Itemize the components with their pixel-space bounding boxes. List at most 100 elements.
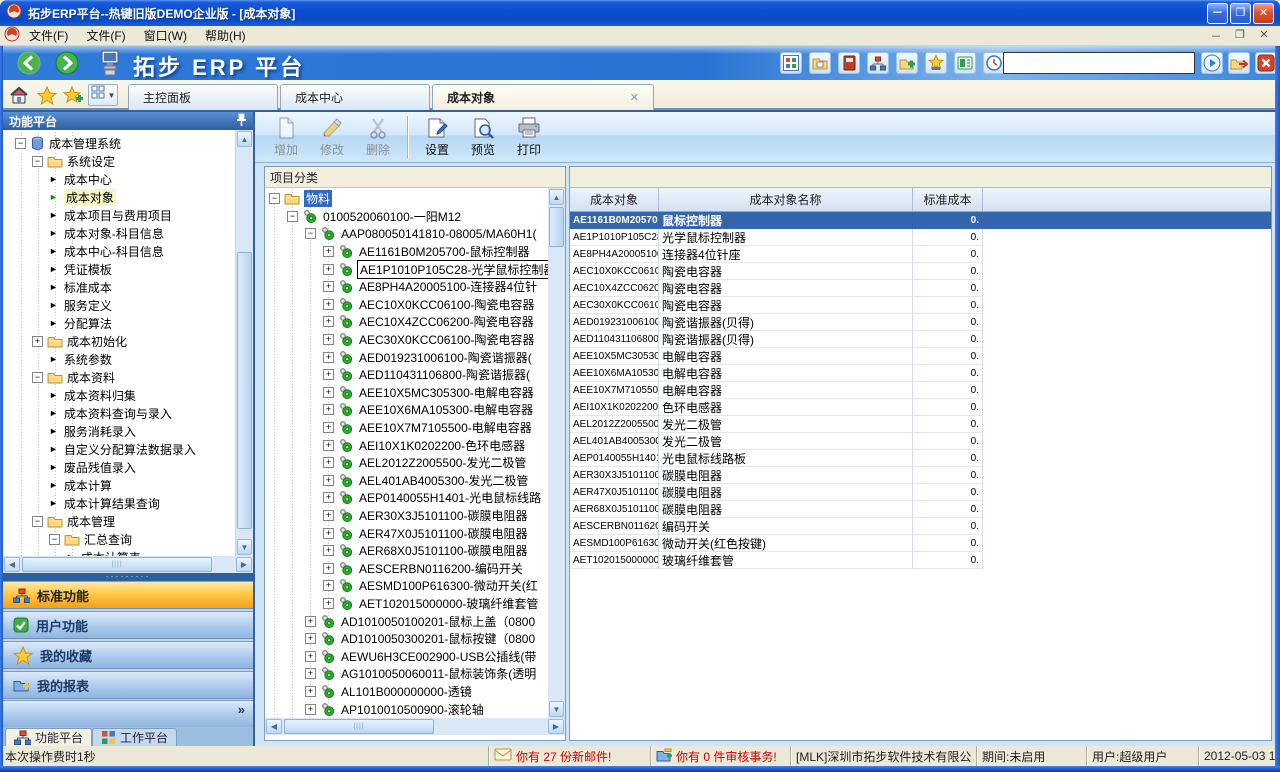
category-tree-item[interactable]: +AEI10X1K0202200-色环电感器 — [265, 436, 548, 454]
table-row[interactable]: AEE10X7M7105500电解电容器0. — [570, 382, 1271, 399]
column-header-标准成本[interactable]: 标准成本 — [913, 188, 983, 211]
pin-icon[interactable] — [235, 113, 247, 130]
category-tree-item[interactable]: −0100520060100-一阳M12 — [265, 208, 548, 226]
category-tree-item[interactable]: +AER47X0J5101100-碳膜电阻器 — [265, 524, 548, 542]
sidebar-tree-item[interactable]: ►成本对象 — [3, 188, 235, 206]
category-tree-item[interactable]: +AD1010050300201-鼠标按键（0800 — [265, 630, 548, 648]
forward-icon[interactable] — [55, 51, 79, 75]
sidebar-section-我的报表[interactable]: 我的报表 — [3, 671, 253, 699]
category-tree-item[interactable]: +AEP0140055H1401-光电鼠标线路 — [265, 489, 548, 507]
tree-expander-icon[interactable]: + — [323, 299, 334, 310]
toolbar-button-设置[interactable]: 设置 — [414, 114, 460, 160]
category-tree-item[interactable]: +AE1P1010P105C28-光学鼠标控制器 — [265, 260, 548, 278]
sidebar-tree-item[interactable]: ►分配算法 — [3, 314, 235, 332]
category-tree-item[interactable]: +AE1161B0M205700-鼠标控制器 — [265, 243, 548, 261]
table-row[interactable]: AEE10X5MC305300电解电容器0. — [570, 348, 1271, 365]
tab-主控面板[interactable]: 主控面板 — [128, 84, 278, 110]
tree-expander-icon[interactable]: + — [323, 352, 334, 363]
clock-icon[interactable] — [983, 52, 1005, 74]
table-row[interactable]: AESMD100P616300微动开关(红色按键)0. — [570, 535, 1271, 552]
sidebar-section-标准功能[interactable]: 标准功能 — [3, 581, 253, 609]
sidebar-tree-item[interactable]: ►成本中心-科目信息 — [3, 242, 235, 260]
column-header-成本对象[interactable]: 成本对象 — [570, 188, 659, 211]
sidebar-tree-item[interactable]: ►服务消耗录入 — [3, 422, 235, 440]
sidebar-tree-item[interactable]: ►标准成本 — [3, 278, 235, 296]
tree-expander-icon[interactable]: + — [323, 475, 334, 486]
favorite-add-icon[interactable] — [62, 84, 84, 106]
tree-expander-icon[interactable]: + — [323, 404, 334, 415]
close-red-icon[interactable] — [1255, 52, 1277, 74]
scroll-up-icon[interactable]: ▲ — [549, 189, 564, 205]
category-tree-item[interactable]: +AEE10X7M7105500-电解电容器 — [265, 419, 548, 437]
tree-expander-icon[interactable]: − — [32, 372, 43, 383]
back-icon[interactable] — [17, 51, 41, 75]
category-tree-item[interactable]: +AG1010050060011-鼠标装饰条(透明 — [265, 665, 548, 683]
table-row[interactable]: AEC10X4ZCC06200陶瓷电容器0. — [570, 280, 1271, 297]
tree-expander-icon[interactable]: − — [32, 516, 43, 527]
category-tree-item[interactable]: +AEC10X4ZCC06200-陶瓷电容器 — [265, 313, 548, 331]
table-row[interactable]: AET102015000000玻璃纤维套管0. — [570, 552, 1271, 569]
table-row[interactable]: AED019231006100陶瓷谐振器(贝得)0. — [570, 314, 1271, 331]
mdi-minimize-button[interactable]: － — [1208, 28, 1224, 44]
sidebar-tree-item[interactable]: ►系统参数 — [3, 350, 235, 368]
folder-home-icon[interactable] — [809, 52, 831, 74]
scroll-right-icon[interactable]: ▶ — [548, 719, 564, 734]
table-row[interactable]: AEL2012Z2005500发光二极管0. — [570, 416, 1271, 433]
scroll-thumb[interactable]: |||| — [284, 719, 434, 734]
tab-成本中心[interactable]: 成本中心 — [280, 84, 430, 110]
tree-expander-icon[interactable]: − — [269, 193, 280, 204]
tree-expander-icon[interactable]: + — [323, 387, 334, 398]
scroll-down-icon[interactable]: ▼ — [549, 701, 564, 717]
favorite-star-icon[interactable] — [36, 84, 58, 106]
sidebar-tree-item[interactable]: +成本初始化 — [3, 332, 235, 350]
exit-home-icon[interactable] — [1228, 52, 1250, 74]
restore-button[interactable]: ❐ — [1230, 3, 1251, 24]
tree-expander-icon[interactable]: + — [323, 457, 334, 468]
modules-icon[interactable] — [780, 52, 802, 74]
menu-item[interactable]: 文件(F) — [20, 27, 77, 45]
sidebar-section-我的收藏[interactable]: 我的收藏 — [3, 641, 253, 669]
run-icon[interactable] — [1201, 52, 1223, 74]
category-tree-item[interactable]: +AED110431106800-陶瓷谐振器( — [265, 366, 548, 384]
tree-expander-icon[interactable]: + — [323, 334, 334, 345]
star-shield-icon[interactable] — [925, 52, 947, 74]
scroll-right-icon[interactable]: ▶ — [236, 557, 252, 572]
chevron-more[interactable]: » — [238, 704, 245, 715]
tree-expander-icon[interactable]: − — [15, 138, 26, 149]
tree-expander-icon[interactable]: + — [32, 336, 43, 347]
tree-expander-icon[interactable]: + — [305, 668, 316, 679]
category-tree-item[interactable]: +AED019231006100-陶瓷谐振器( — [265, 348, 548, 366]
table-row[interactable]: AEE10X6MA105300电解电容器0. — [570, 365, 1271, 382]
sidebar-tree-item[interactable]: ►成本对象-科目信息 — [3, 224, 235, 242]
table-row[interactable]: AEI10X1K0202200色环电感器0. — [570, 399, 1271, 416]
sidebar-section-用户功能[interactable]: 用户功能 — [3, 611, 253, 639]
tree-expander-icon[interactable]: − — [305, 228, 316, 239]
mdi-restore-button[interactable]: ❐ — [1232, 28, 1248, 44]
close-button[interactable]: ✕ — [1253, 3, 1274, 24]
tree-expander-icon[interactable]: − — [32, 156, 43, 167]
tab-close-icon[interactable]: ✕ — [630, 91, 639, 104]
tree-expander-icon[interactable]: + — [323, 510, 334, 521]
folder-add-icon[interactable] — [896, 52, 918, 74]
sidebar-tree-item[interactable]: ►废品残值录入 — [3, 458, 235, 476]
category-tree-item[interactable]: +AEL2012Z2005500-发光二极管 — [265, 454, 548, 472]
category-tree-item[interactable]: +AET102015000000-玻璃纤维套管 — [265, 595, 548, 613]
category-tree-item[interactable]: +AEWU6H3CE002900-USB公插线(带 — [265, 647, 548, 665]
tree-expander-icon[interactable]: + — [305, 633, 316, 644]
sidebar-tab-工作平台[interactable]: 工作平台 — [92, 728, 177, 746]
tree-expander-icon[interactable]: + — [323, 563, 334, 574]
tree-expander-icon[interactable]: + — [323, 281, 334, 292]
tab-成本对象[interactable]: 成本对象✕ — [432, 84, 654, 110]
sidebar-tree-item[interactable]: −成本资料 — [3, 368, 235, 386]
sidebar-splitter[interactable]: ········· — [3, 573, 253, 581]
table-row[interactable]: AESCERBN0116200编码开关0. — [570, 518, 1271, 535]
table-row[interactable]: AER30X3J5101100碳膜电阻器0. — [570, 467, 1271, 484]
category-tree-item[interactable]: +AER30X3J5101100-碳膜电阻器 — [265, 507, 548, 525]
menu-item[interactable]: 文件(F) — [77, 27, 134, 45]
table-row[interactable]: AED110431106800陶瓷谐振器(贝得)0. — [570, 331, 1271, 348]
category-tree-item[interactable]: +AE8PH4A20005100-连接器4位针 — [265, 278, 548, 296]
tree-expander-icon[interactable]: + — [323, 598, 334, 609]
category-tree-item[interactable]: +AEC10X0KCC06100-陶瓷电容器 — [265, 296, 548, 314]
scroll-left-icon[interactable]: ◀ — [266, 719, 282, 734]
table-row[interactable]: AE8PH4A20005100连接器4位针座0. — [570, 246, 1271, 263]
